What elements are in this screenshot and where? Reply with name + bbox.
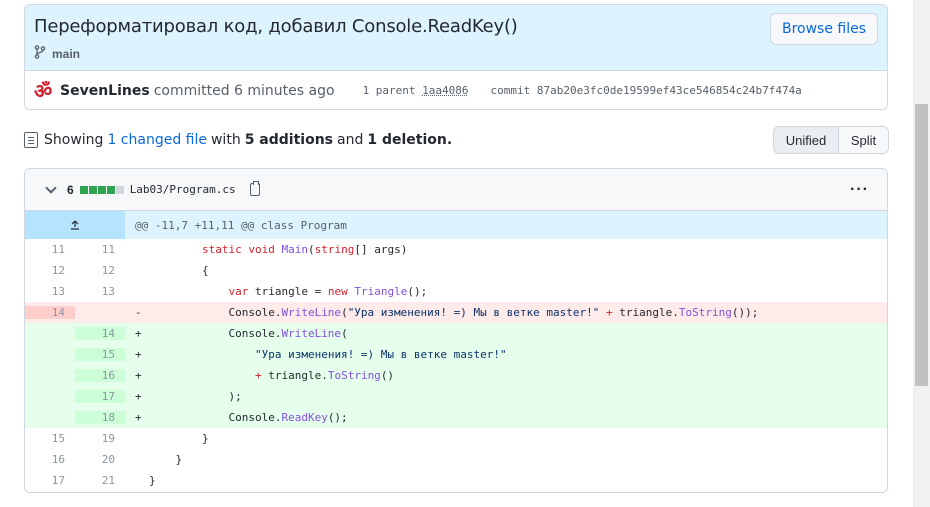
code-line: Console.ReadKey(); [149,411,348,424]
commit-sha-value: 87ab20e3fc0de19599ef43ce546854c24b7f474a [536,84,802,97]
code-line: Console.WriteLine("Ура изменения! =) Мы … [149,306,759,319]
chevron-down-icon[interactable] [45,181,57,194]
code-line: } [149,432,209,445]
code-line: ); [149,390,242,403]
diff-line: 16 20 } [25,449,887,470]
deletions-count: 1 deletion. [367,132,453,148]
diff-sign: + [135,390,142,403]
branch-icon [34,45,46,62]
change-count: 6 [67,182,74,197]
diff-line: 18 + Console.ReadKey(); [25,407,887,428]
split-button[interactable]: Split [839,127,888,153]
file-name[interactable]: Lab03/Program.cs [130,183,236,196]
parent-info: 1 parent 1aa4086 [363,84,469,97]
additions-count: 5 additions [244,132,334,148]
new-line-number[interactable]: 12 [75,264,125,277]
diff-sign: + [135,369,142,382]
new-line-number[interactable]: 21 [75,474,125,487]
code-line: } [149,474,156,487]
hunk-header-text: @@ -11,7 +11,11 @@ class Program [135,218,347,232]
diff-summary: Showing 1 changed file with 5 additions … [24,128,456,152]
file-header: 6 Lab03/Program.cs ··· [25,169,887,211]
committed-time: committed 6 minutes ago [153,82,335,99]
commit-header: Переформатировал код, добавил Console.Re… [24,4,888,110]
code-line: "Ура изменения! =) Мы в ветке master!" [254,348,507,361]
file-diff-icon [24,132,38,148]
branch-label[interactable]: main [34,45,80,62]
parent-sha-link[interactable]: 1aa4086 [422,84,468,97]
old-line-number[interactable]: 17 [25,474,75,487]
summary-with: with [210,132,241,148]
author-link[interactable]: SevenLines [60,83,150,99]
new-line-number[interactable]: 15 [75,348,125,361]
commit-title: Переформатировал код, добавил Console.Re… [34,16,518,37]
code-line: static void Main(string[] args) [201,243,408,256]
copy-icon[interactable] [249,181,260,196]
code-line: { [149,264,209,277]
scrollbar[interactable] [913,0,930,507]
diffstat-bars [79,185,124,194]
file-diff: 6 Lab03/Program.cs ··· @@ -11,7 +11,11 @… [24,168,888,493]
diff-line: 14 + Console.WriteLine( [25,323,887,344]
diff-line: 15 + "Ура изменения! =) Мы в ветке master… [25,344,887,365]
new-line-number[interactable]: 16 [75,369,125,382]
diff-line: 14 - Console.WriteLine("Ура изменения! =)… [25,302,887,323]
old-line-number[interactable]: 12 [25,264,75,277]
parent-label: 1 parent [362,84,416,97]
more-options-icon[interactable]: ··· [850,181,869,199]
unified-button[interactable]: Unified [774,127,839,153]
diff-line: 12 12 { [25,260,887,281]
new-line-number[interactable]: 20 [75,453,125,466]
commit-meta: ॐ SevenLines committed 6 minutes ago 1 p… [25,71,887,109]
branch-name: main [52,46,81,61]
diff-sign: + [135,327,142,340]
diff-table: @@ -11,7 +11,11 @@ class Program 11 11 st… [25,211,887,491]
code-line: } [149,453,183,466]
scrollbar-thumb[interactable] [915,104,928,386]
old-line-number[interactable]: 13 [25,285,75,298]
old-line-number[interactable]: 14 [25,306,75,319]
browse-files-button[interactable]: Browse files [770,13,878,45]
diff-line: 17 21 } [25,470,887,491]
old-line-number[interactable]: 15 [25,432,75,445]
diff-line: 15 19 } [25,428,887,449]
commit-sha: commit 87ab20e3fc0de19599ef43ce546854c24… [491,84,802,97]
commit-label: commit [490,84,531,97]
hunk-header: @@ -11,7 +11,11 @@ class Program [25,211,887,239]
avatar[interactable]: ॐ [34,77,56,104]
summary-and: and [337,132,364,148]
diff-line: 16 + + triangle.ToString() [25,365,887,386]
code-line: var triangle = new Triangle(); [228,285,428,298]
new-line-number[interactable]: 18 [75,411,125,424]
diff-sign: + [135,411,142,424]
diff-line: 13 13 var triangle = new Triangle(); [25,281,887,302]
diff-view-toggle: Unified Split [773,126,889,154]
expand-up-icon[interactable] [25,211,125,239]
new-line-number[interactable]: 17 [75,390,125,403]
code-line: + triangle.ToString() [254,369,395,382]
old-line-number[interactable]: 11 [25,243,75,256]
new-line-number[interactable]: 19 [75,432,125,445]
old-line-number[interactable]: 16 [25,453,75,466]
diff-sign: + [135,348,142,361]
diff-line: 11 11 static void Main(string[] args) [25,239,887,260]
new-line-number[interactable]: 14 [75,327,125,340]
new-line-number[interactable]: 11 [75,243,125,256]
code-line: Console.WriteLine( [149,327,348,340]
changed-files-link[interactable]: 1 changed file [107,132,207,148]
commit-title-bar: Переформатировал код, добавил Console.Re… [25,5,887,71]
diff-sign: - [135,306,142,319]
new-line-number[interactable]: 13 [75,285,125,298]
diff-line: 17 + ); [25,386,887,407]
summary-showing: Showing [44,132,104,148]
